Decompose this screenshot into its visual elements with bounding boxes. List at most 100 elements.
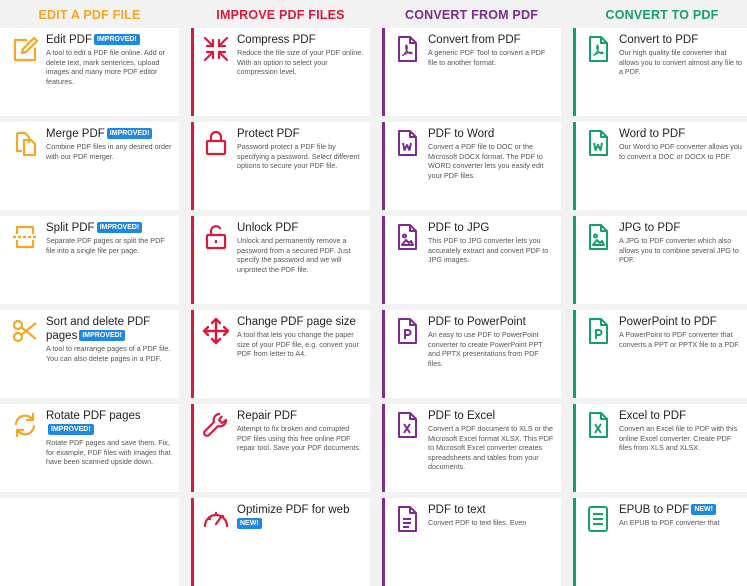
column-header: EDIT A PDF FILE xyxy=(38,8,141,22)
tool-description: Convert PDF to text files. Even xyxy=(428,518,527,527)
lock-icon xyxy=(201,128,231,158)
tool-card-edit-pdf[interactable]: Edit PDF IMPROVED! A tool to edit a PDF f… xyxy=(0,28,179,116)
new-badge: NEW! xyxy=(691,504,716,515)
tool-card-repair-pdf[interactable]: Repair PDF Attempt to fix broken and cor… xyxy=(191,404,370,492)
excel-file-icon xyxy=(583,410,613,440)
tool-description: A generic PDF Tool to convert a PDF file… xyxy=(428,48,546,67)
tool-title: Rotate PDF pages xyxy=(46,410,141,422)
tool-description: This PDF to JPG converter lets you accur… xyxy=(428,236,549,265)
tool-card-epub-to-pdf[interactable]: EPUB to PDF NEW! An EPUB to PDF converter… xyxy=(573,498,747,586)
epub-file-icon xyxy=(583,504,613,534)
tool-title: Repair PDF xyxy=(237,410,298,422)
tool-title: Convert to PDF xyxy=(619,34,699,46)
tool-title: PDF to Excel xyxy=(428,410,496,422)
tool-card-pdf-to-word[interactable]: PDF to Word Convert a PDF file to DOC or… xyxy=(382,122,561,210)
tool-description: Attempt to fix broken and corrupted PDF … xyxy=(237,424,361,453)
column-convert-from: CONVERT FROM PDF Convert from PDF A gene… xyxy=(382,0,561,586)
tool-card-convert-to-pdf[interactable]: Convert to PDF Our high quality file con… xyxy=(573,28,747,116)
excel-file-icon xyxy=(392,410,422,440)
column-convert-to: CONVERT TO PDF Convert to PDF Our high q… xyxy=(573,0,747,586)
wrench-icon xyxy=(201,410,231,440)
tool-card-unlock-pdf[interactable]: Unlock PDF Unlock and permanently remove… xyxy=(191,216,370,304)
improved-badge: IMPROVED! xyxy=(96,222,143,233)
tool-card-change-page-size[interactable]: Change PDF page size A tool that lets yo… xyxy=(191,310,370,398)
pdf-file-icon xyxy=(583,34,613,64)
rotate-icon xyxy=(10,410,40,440)
tool-title: Change PDF page size xyxy=(237,316,356,328)
column-header: CONVERT TO PDF xyxy=(605,8,719,22)
column-header: CONVERT FROM PDF xyxy=(404,8,539,22)
image-file-icon xyxy=(392,222,422,252)
compress-icon xyxy=(201,34,231,64)
tool-description: Rotate PDF pages and save them. Fix, for… xyxy=(46,438,171,467)
tool-description: A tool to rearrange pages of a PDF file.… xyxy=(46,344,171,363)
text-file-icon xyxy=(392,504,422,534)
tool-card-pdf-to-jpg[interactable]: PDF to JPG This PDF to JPG converter let… xyxy=(382,216,561,304)
tool-title: Merge PDF xyxy=(46,128,105,140)
tool-card-optimize-web[interactable]: Optimize PDF for web NEW! xyxy=(191,498,370,586)
split-icon xyxy=(10,222,40,252)
tool-title: PDF to text xyxy=(428,504,486,516)
tool-title: Compress PDF xyxy=(237,34,316,46)
tool-title: EPUB to PDF xyxy=(619,504,690,516)
tool-description: Password protect a PDF file by specifyin… xyxy=(237,142,360,171)
tool-card-word-to-pdf[interactable]: Word to PDF Our Word to PDF converter al… xyxy=(573,122,747,210)
tool-description: Convert an Excel file to PDF with this o… xyxy=(619,424,738,453)
tool-title: Optimize PDF for web xyxy=(237,504,350,516)
image-file-icon xyxy=(583,222,613,252)
tool-description: Convert a PDF file to DOC or the Microso… xyxy=(428,142,544,180)
tool-description: Our high quality file converter that all… xyxy=(619,48,743,77)
column-header: IMPROVE PDF FILES xyxy=(216,8,345,22)
column-edit: EDIT A PDF FILE Edit PDF IMPROVED! A tool… xyxy=(0,0,179,586)
tool-card-compress-pdf[interactable]: Compress PDF Reduce the file size of you… xyxy=(191,28,370,116)
scissors-icon xyxy=(10,316,40,346)
move-arrows-icon xyxy=(201,316,231,346)
tool-description: A JPG to PDF converter which also allows… xyxy=(619,236,739,265)
tool-card-rotate-pages[interactable]: Rotate PDF pages IMPROVED! Rotate PDF pag… xyxy=(0,404,179,492)
tool-description: Reduce the file size of your PDF online.… xyxy=(237,48,364,77)
edit-icon xyxy=(10,34,40,64)
word-file-icon xyxy=(583,128,613,158)
column-improve: IMPROVE PDF FILES Compress PDF Reduce th… xyxy=(191,0,370,586)
tool-card-protect-pdf[interactable]: Protect PDF Password protect a PDF file … xyxy=(191,122,370,210)
empty-card xyxy=(0,498,179,586)
tool-title: PDF to JPG xyxy=(428,222,490,234)
tool-title: Unlock PDF xyxy=(237,222,299,234)
new-badge: NEW! xyxy=(237,518,262,529)
tools-grid: EDIT A PDF FILE Edit PDF IMPROVED! A tool… xyxy=(0,0,747,586)
tool-description: Combine PDF files in any desired order w… xyxy=(46,142,172,161)
tool-description: An easy to use PDF to PowerPoint convert… xyxy=(428,330,543,368)
word-file-icon xyxy=(392,128,422,158)
tool-title: Protect PDF xyxy=(237,128,300,140)
tool-card-split-pdf[interactable]: Split PDF IMPROVED! Separate PDF pages or… xyxy=(0,216,179,304)
tool-title: PDF to PowerPoint xyxy=(428,316,526,328)
tool-description: Separate PDF pages or split the PDF file… xyxy=(46,236,165,255)
tool-card-powerpoint-to-pdf[interactable]: PowerPoint to PDF A PowerPoint to PDF co… xyxy=(573,310,747,398)
tool-card-jpg-to-pdf[interactable]: JPG to PDF A JPG to PDF converter which … xyxy=(573,216,747,304)
tool-title: PowerPoint to PDF xyxy=(619,316,717,328)
tool-description: An EPUB to PDF converter that xyxy=(619,518,720,527)
tool-description: A PowerPoint to PDF converter that conve… xyxy=(619,330,740,349)
tool-card-pdf-to-excel[interactable]: PDF to Excel Convert a PDF document to X… xyxy=(382,404,561,492)
unlock-icon xyxy=(201,222,231,252)
tool-title: Convert from PDF xyxy=(428,34,521,46)
powerpoint-file-icon xyxy=(583,316,613,346)
tool-card-excel-to-pdf[interactable]: Excel to PDF Convert an Excel file to PD… xyxy=(573,404,747,492)
tool-description: Unlock and permanently remove a password… xyxy=(237,236,351,274)
tool-title: Excel to PDF xyxy=(619,410,687,422)
tool-card-convert-from-pdf[interactable]: Convert from PDF A generic PDF Tool to c… xyxy=(382,28,561,116)
tool-card-merge-pdf[interactable]: Merge PDF IMPROVED! Combine PDF files in … xyxy=(0,122,179,210)
powerpoint-file-icon xyxy=(392,316,422,346)
tool-card-pdf-to-powerpoint[interactable]: PDF to PowerPoint An easy to use PDF to … xyxy=(382,310,561,398)
tool-title: Word to PDF xyxy=(619,128,686,140)
tool-title: PDF to Word xyxy=(428,128,495,140)
tool-description: Convert a PDF document to XLS or the Mic… xyxy=(428,424,554,472)
tool-card-sort-delete-pages[interactable]: Sort and delete PDF pages IMPROVED! A too… xyxy=(0,310,179,398)
tool-title: Split PDF xyxy=(46,222,95,234)
tool-title: Edit PDF xyxy=(46,34,93,46)
tool-description: A tool to edit a PDF file online. Add or… xyxy=(46,48,166,86)
tool-card-pdf-to-text[interactable]: PDF to text Convert PDF to text files. E… xyxy=(382,498,561,586)
gauge-icon xyxy=(201,504,231,534)
merge-icon xyxy=(10,128,40,158)
improved-badge: IMPROVED! xyxy=(48,424,94,435)
